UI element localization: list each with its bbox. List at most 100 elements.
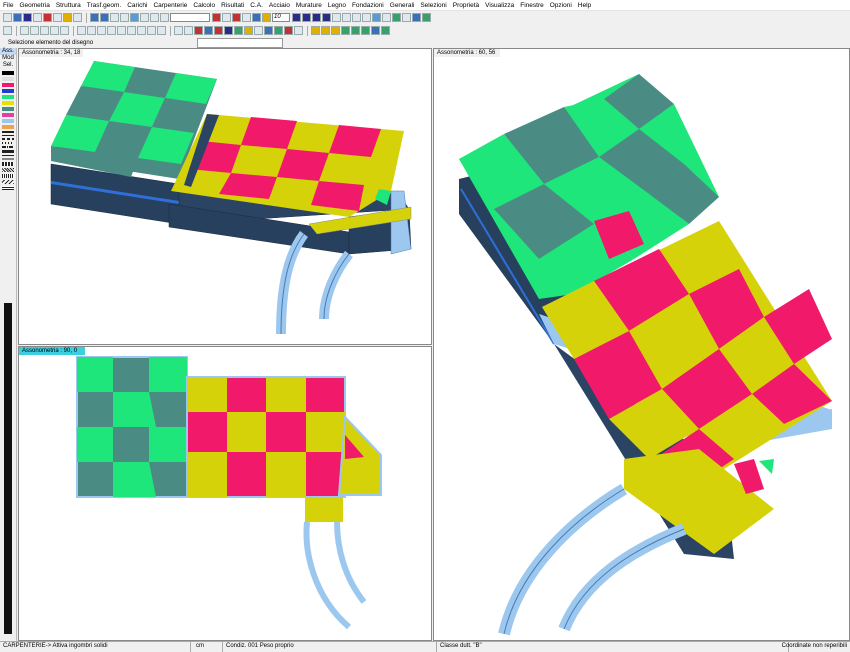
color-swatch-green[interactable]	[2, 95, 14, 99]
palette-sel[interactable]: Sel.	[0, 62, 16, 69]
axis-y-icon[interactable]	[30, 26, 39, 35]
color-swatch-orange[interactable]	[2, 125, 14, 129]
menu-acciaio[interactable]: Acciaio	[269, 2, 290, 9]
axis-z-icon[interactable]	[40, 26, 49, 35]
surface-icon[interactable]	[361, 26, 370, 35]
print-icon[interactable]	[33, 13, 42, 22]
viewport-bottom-left[interactable]: Assonometria : 90, 0	[18, 346, 432, 641]
color-swatch-magenta[interactable]	[2, 83, 14, 87]
linetype-grey[interactable]	[2, 158, 14, 160]
command-input[interactable]	[197, 38, 283, 48]
save-icon[interactable]	[23, 13, 32, 22]
layers-icon[interactable]	[402, 13, 411, 22]
foundation-icon[interactable]	[254, 26, 263, 35]
copy-icon[interactable]	[53, 13, 62, 22]
grid-lines-icon[interactable]	[147, 26, 156, 35]
paste-icon[interactable]	[63, 13, 72, 22]
menu-proprieta[interactable]: Proprietà	[453, 2, 479, 9]
diagonal-icon[interactable]	[50, 26, 59, 35]
lines-icon[interactable]	[157, 26, 166, 35]
grid-icon[interactable]	[150, 13, 159, 22]
menu-carichi[interactable]: Carichi	[127, 2, 147, 9]
menu-finestre[interactable]: Finestre	[520, 2, 543, 9]
menu-opzioni[interactable]: Opzioni	[550, 2, 572, 9]
constraint-icon[interactable]	[214, 26, 223, 35]
viewport-top-left[interactable]: Assonometria : 34, 18	[18, 48, 432, 345]
color-swatch-pink[interactable]	[2, 113, 14, 117]
hatch-pattern-5[interactable]	[2, 186, 14, 190]
mesh-icon[interactable]	[351, 26, 360, 35]
check-icon[interactable]	[264, 26, 273, 35]
linetype-dashed[interactable]	[2, 138, 14, 140]
line-icon[interactable]	[3, 26, 12, 35]
node-icon[interactable]	[242, 13, 251, 22]
select-icon[interactable]	[130, 13, 139, 22]
menu-selezioni[interactable]: Selezioni	[420, 2, 446, 9]
hide-icon[interactable]	[382, 13, 391, 22]
support-icon[interactable]	[204, 26, 213, 35]
snap-icon[interactable]	[160, 13, 169, 22]
menu-ca[interactable]: C.A.	[250, 2, 263, 9]
curve-icon[interactable]	[174, 26, 183, 35]
menu-trasf-geom[interactable]: Trasf.geom.	[87, 2, 121, 9]
slab-icon[interactable]	[117, 26, 126, 35]
color-swatch-teal[interactable]	[2, 107, 14, 111]
color-swatch-lightblue[interactable]	[2, 119, 14, 123]
pencil-icon[interactable]	[184, 26, 193, 35]
linetype-dashdot[interactable]	[2, 146, 14, 148]
down-arrow-icon[interactable]	[232, 13, 241, 22]
hatch-pattern-3[interactable]	[2, 174, 14, 178]
report-icon[interactable]	[294, 26, 303, 35]
linetype-thin-2[interactable]	[2, 155, 14, 156]
cube-icon[interactable]	[311, 26, 320, 35]
analysis-icon[interactable]	[274, 26, 283, 35]
layer-combo[interactable]	[170, 13, 210, 22]
rotate-icon[interactable]	[120, 13, 129, 22]
box-icon[interactable]	[321, 26, 330, 35]
material-icon[interactable]	[224, 26, 233, 35]
open-folder-icon[interactable]	[13, 13, 22, 22]
pier-icon[interactable]	[137, 26, 146, 35]
pan-icon[interactable]	[110, 13, 119, 22]
show-icon[interactable]	[392, 13, 401, 22]
cut-icon[interactable]	[43, 13, 52, 22]
section-icon[interactable]	[234, 26, 243, 35]
linetype-thin[interactable]	[2, 135, 14, 136]
menu-struttura[interactable]: Struttura	[56, 2, 81, 9]
color-swatch-yellow[interactable]	[2, 101, 14, 105]
linetype-solid[interactable]	[2, 131, 14, 133]
shade-icon[interactable]	[371, 26, 380, 35]
palette-ass[interactable]: Ass.	[0, 48, 16, 55]
tile-icon[interactable]	[422, 13, 431, 22]
menu-calcolo[interactable]: Calcolo	[193, 2, 215, 9]
zoom-select[interactable]: 10	[272, 13, 290, 22]
pointer-icon[interactable]	[212, 13, 221, 22]
menu-help[interactable]: Help	[578, 2, 591, 9]
zoom-out-icon[interactable]	[342, 13, 351, 22]
menu-risultati[interactable]: Risultati	[221, 2, 244, 9]
zoom-window-icon[interactable]	[352, 13, 361, 22]
menu-fondazioni[interactable]: Fondazioni	[352, 2, 384, 9]
hatch-pattern-1[interactable]	[2, 162, 14, 166]
light-icon[interactable]	[381, 26, 390, 35]
color-swatch-blue[interactable]	[2, 89, 14, 93]
stair-icon[interactable]	[127, 26, 136, 35]
solid-icon[interactable]	[341, 26, 350, 35]
hatch-pattern-4[interactable]	[2, 180, 14, 184]
polygon-icon[interactable]	[60, 26, 69, 35]
view-top-icon[interactable]	[312, 13, 321, 22]
hatch-pattern-2[interactable]	[2, 168, 14, 172]
delete-icon[interactable]	[73, 13, 82, 22]
load-icon[interactable]	[194, 26, 203, 35]
view-front-icon[interactable]	[292, 13, 301, 22]
render-icon[interactable]	[262, 13, 271, 22]
undo-icon[interactable]	[90, 13, 99, 22]
redo-icon[interactable]	[100, 13, 109, 22]
element-icon[interactable]	[252, 13, 261, 22]
results-icon[interactable]	[284, 26, 293, 35]
wall-icon[interactable]	[107, 26, 116, 35]
rebar-icon[interactable]	[244, 26, 253, 35]
menu-file[interactable]: File	[3, 2, 13, 9]
palette-scrollbar[interactable]	[4, 303, 12, 634]
axis-x-icon[interactable]	[20, 26, 29, 35]
